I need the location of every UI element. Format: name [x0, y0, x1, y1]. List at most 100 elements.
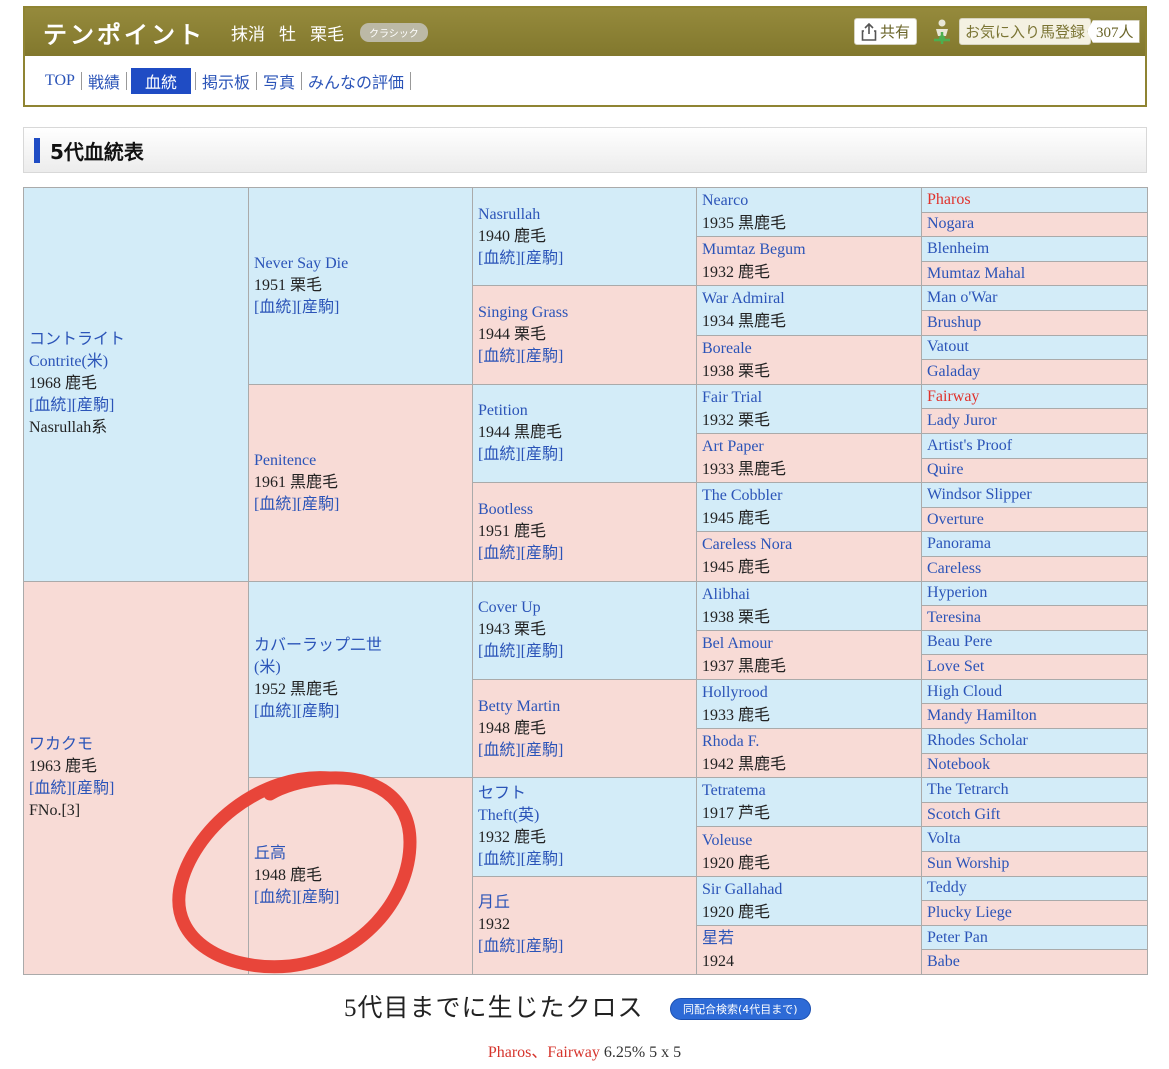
horse-name-link[interactable]: Pharos	[927, 189, 1147, 211]
horse-name-link[interactable]: Bootless	[478, 499, 696, 521]
cross-horse-names[interactable]: Pharos、Fairway	[488, 1044, 600, 1061]
horse-name-link[interactable]: Babe	[927, 951, 1147, 973]
horse-name-link[interactable]: コントライト	[29, 329, 248, 351]
horse-name-link[interactable]: Tetratema	[702, 779, 921, 802]
pedigree-link[interactable]: [血統]	[478, 250, 521, 267]
horse-name-link[interactable]: 丘高	[254, 843, 472, 865]
horse-name-link[interactable]: Boreale	[702, 337, 921, 360]
nav-item-3[interactable]: 掲示板	[196, 69, 256, 93]
horse-name-link[interactable]: High Cloud	[927, 681, 1147, 703]
horse-name-link[interactable]: カバーラップ二世	[254, 635, 472, 657]
produce-link[interactable]: [産駒]	[521, 545, 564, 562]
produce-link[interactable]: [産駒]	[297, 889, 340, 906]
pedigree-link[interactable]: [血統]	[254, 703, 297, 720]
horse-name-link[interactable]: Art Paper	[702, 435, 921, 458]
pedigree-link[interactable]: [血統]	[478, 643, 521, 660]
pedigree-link[interactable]: [血統]	[254, 496, 297, 513]
pedigree-link[interactable]: [血統]	[478, 851, 521, 868]
horse-name-link[interactable]: Beau Pere	[927, 631, 1147, 653]
horse-name-link[interactable]: Mumtaz Begum	[702, 238, 921, 261]
horse-name-link[interactable]: Mandy Hamilton	[927, 705, 1147, 727]
produce-link[interactable]: [産駒]	[521, 643, 564, 660]
pedigree-link[interactable]: [血統]	[478, 938, 521, 955]
produce-link[interactable]: [産駒]	[297, 496, 340, 513]
horse-name-link[interactable]: Windsor Slipper	[927, 484, 1147, 506]
same-mating-search-button[interactable]: 同配合検索(4代目まで)	[670, 998, 811, 1020]
share-button[interactable]: 共有	[854, 18, 918, 45]
horse-name-link[interactable]: Teresina	[927, 607, 1147, 629]
pedigree-link[interactable]: [血統]	[478, 545, 521, 562]
horse-name-link[interactable]: Quire	[927, 459, 1147, 481]
horse-name-link[interactable]: Careless Nora	[702, 533, 921, 556]
produce-link[interactable]: [産駒]	[297, 703, 340, 720]
horse-name-link[interactable]: Hyperion	[927, 582, 1147, 604]
horse-name-link[interactable]: Voleuse	[702, 829, 921, 852]
pedigree-link[interactable]: [血統]	[478, 742, 521, 759]
favorite-register-button[interactable]: お気に入り馬登録	[959, 18, 1092, 45]
horse-name-link[interactable]: Lady Juror	[927, 410, 1147, 432]
horse-name-link[interactable]: Peter Pan	[927, 927, 1147, 949]
pedigree-link[interactable]: [血統]	[29, 780, 72, 797]
horse-name-link[interactable]: Rhodes Scholar	[927, 730, 1147, 752]
nav-item-0[interactable]: TOP	[39, 72, 81, 90]
horse-name-link[interactable]: Scotch Gift	[927, 804, 1147, 826]
horse-name-secondary[interactable]: Theft(英)	[478, 805, 696, 827]
nav-item-1[interactable]: 戦績	[82, 69, 126, 93]
horse-name-link[interactable]: Overture	[927, 509, 1147, 531]
horse-name-link[interactable]: Galaday	[927, 361, 1147, 383]
produce-link[interactable]: [産駒]	[521, 446, 564, 463]
horse-name-link[interactable]: Sun Worship	[927, 853, 1147, 875]
horse-name-link[interactable]: Alibhai	[702, 583, 921, 606]
horse-name-link[interactable]: Nogara	[927, 213, 1147, 235]
pedigree-link[interactable]: [血統]	[478, 348, 521, 365]
horse-name-link[interactable]: Nearco	[702, 189, 921, 212]
horse-name-link[interactable]: Love Set	[927, 656, 1147, 678]
horse-name-link[interactable]: セフト	[478, 783, 696, 805]
horse-name-link[interactable]: Petition	[478, 400, 696, 422]
horse-name-link[interactable]: 星若	[702, 927, 921, 950]
horse-name-link[interactable]: 月丘	[478, 892, 696, 914]
horse-name-link[interactable]: Sir Gallahad	[702, 878, 921, 901]
horse-name-link[interactable]: Hollyrood	[702, 681, 921, 704]
nav-item-4[interactable]: 写真	[257, 69, 301, 93]
pedigree-link[interactable]: [血統]	[254, 889, 297, 906]
horse-name-link[interactable]: Fair Trial	[702, 386, 921, 409]
horse-name-link[interactable]: War Admiral	[702, 287, 921, 310]
pedigree-link[interactable]: [血統]	[478, 446, 521, 463]
horse-name-link[interactable]: Artist's Proof	[927, 435, 1147, 457]
produce-link[interactable]: [産駒]	[72, 780, 115, 797]
horse-name-link[interactable]: The Tetrarch	[927, 779, 1147, 801]
horse-name-link[interactable]: Man o'War	[927, 287, 1147, 309]
horse-name-link[interactable]: Betty Martin	[478, 696, 696, 718]
horse-name-link[interactable]: Cover Up	[478, 597, 696, 619]
nav-item-2[interactable]: 血統	[130, 67, 191, 94]
produce-link[interactable]: [産駒]	[72, 397, 115, 414]
horse-name-link[interactable]: Vatout	[927, 336, 1147, 358]
pedigree-link[interactable]: [血統]	[29, 397, 72, 414]
horse-name-link[interactable]: Mumtaz Mahal	[927, 263, 1147, 285]
horse-name-link[interactable]: Plucky Liege	[927, 902, 1147, 924]
horse-name-link[interactable]: Brushup	[927, 312, 1147, 334]
produce-link[interactable]: [産駒]	[521, 851, 564, 868]
horse-name-link[interactable]: Panorama	[927, 533, 1147, 555]
nav-item-5[interactable]: みんなの評価	[302, 69, 410, 93]
pedigree-link[interactable]: [血統]	[254, 299, 297, 316]
horse-name-link[interactable]: Penitence	[254, 450, 472, 472]
horse-name-link[interactable]: Bel Amour	[702, 632, 921, 655]
horse-name-link[interactable]: Teddy	[927, 877, 1147, 899]
horse-name-secondary[interactable]: Contrite(米)	[29, 351, 248, 373]
produce-link[interactable]: [産駒]	[521, 250, 564, 267]
horse-name-link[interactable]: Rhoda F.	[702, 730, 921, 753]
horse-name-link[interactable]: Blenheim	[927, 238, 1147, 260]
horse-name-link[interactable]: The Cobbler	[702, 484, 921, 507]
horse-name-link[interactable]: Singing Grass	[478, 302, 696, 324]
horse-name-link[interactable]: Notebook	[927, 754, 1147, 776]
horse-name-link[interactable]: Never Say Die	[254, 253, 472, 275]
horse-name-secondary[interactable]: (米)	[254, 657, 472, 679]
horse-name-link[interactable]: Volta	[927, 828, 1147, 850]
produce-link[interactable]: [産駒]	[521, 742, 564, 759]
horse-name-link[interactable]: ワカクモ	[29, 734, 248, 756]
horse-name-link[interactable]: Fairway	[927, 386, 1147, 408]
produce-link[interactable]: [産駒]	[521, 938, 564, 955]
horse-name-link[interactable]: Nasrullah	[478, 204, 696, 226]
